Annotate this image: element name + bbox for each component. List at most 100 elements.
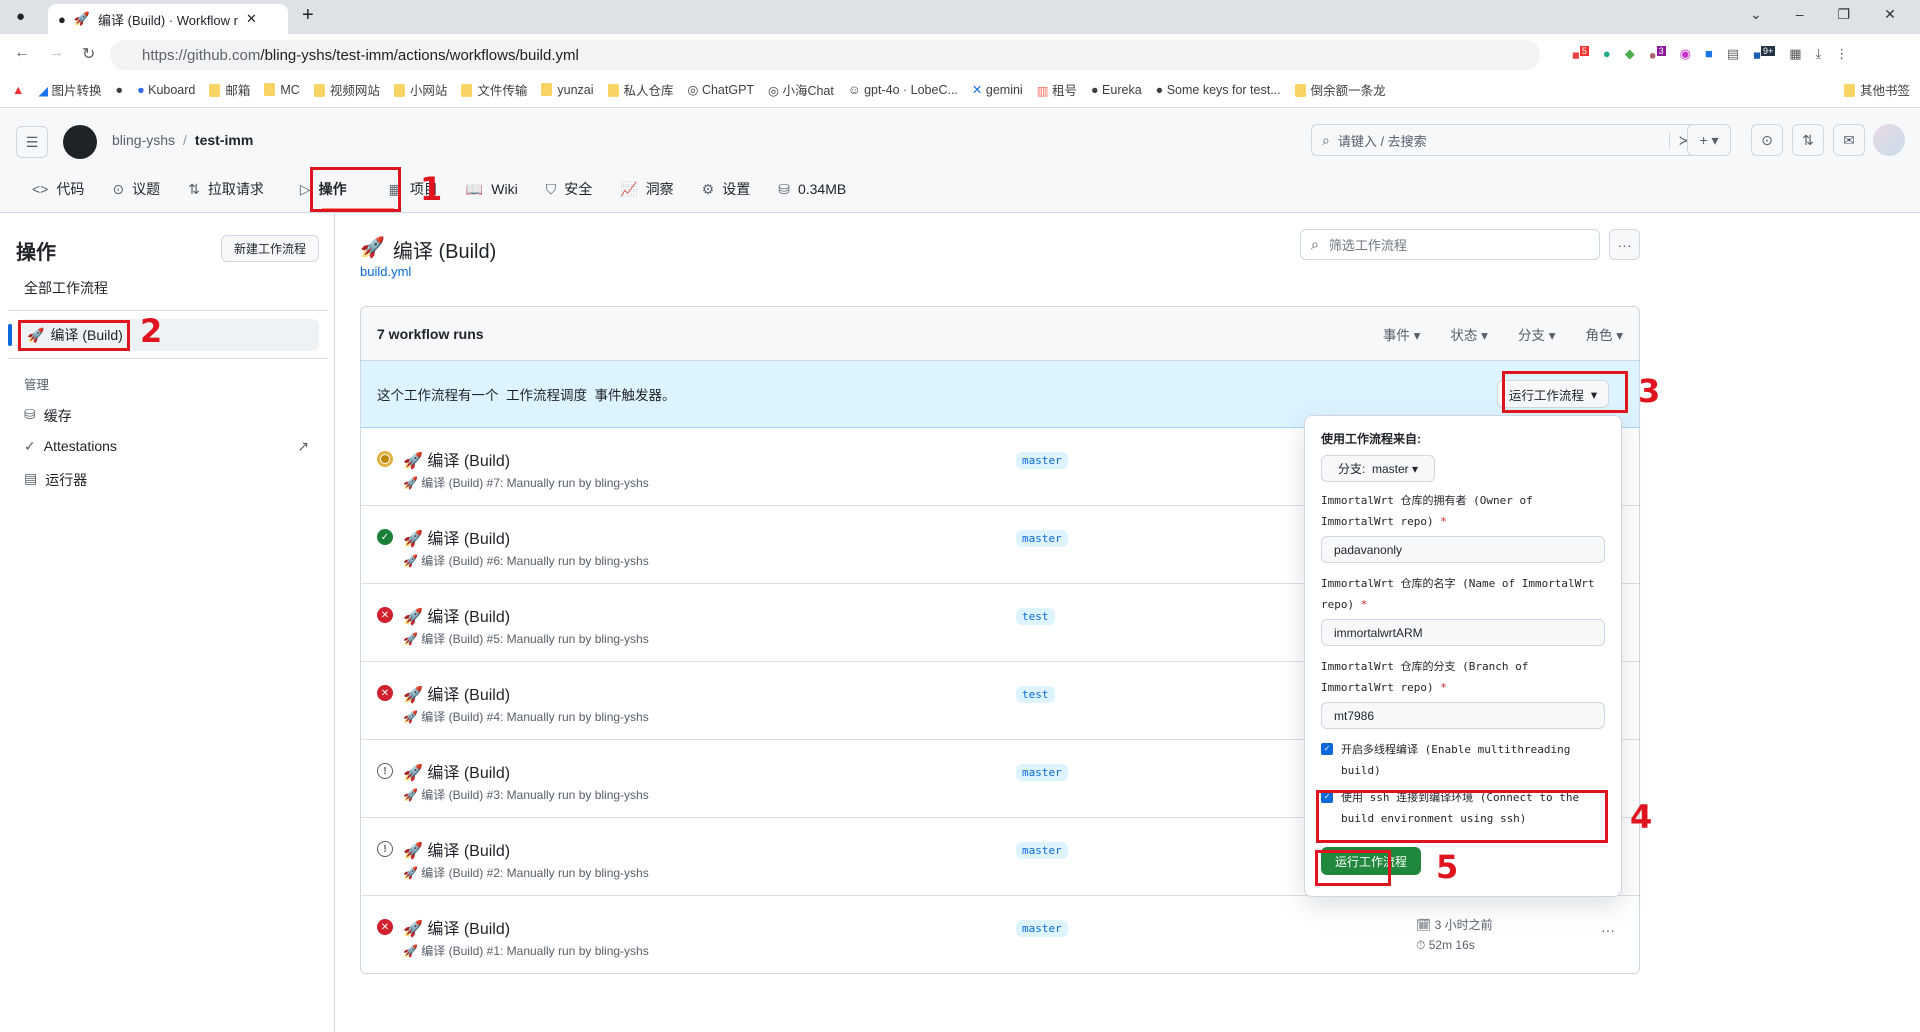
branch-select[interactable]: 分支: master ▾ [1321, 455, 1435, 482]
bookmark[interactable]: ● [116, 83, 124, 97]
repo-name-input[interactable]: immortalwrtARM [1321, 619, 1605, 646]
github-pinned-tab[interactable]: ● [16, 8, 25, 25]
extension-icon[interactable]: ■ 5 [1572, 46, 1589, 62]
branch-badge[interactable]: master [1016, 842, 1068, 859]
avatar[interactable] [1873, 124, 1905, 156]
extensions-icon[interactable]: ▦ [1789, 46, 1801, 62]
bookmark[interactable]: yunzai [541, 82, 594, 97]
branch-badge[interactable]: master [1016, 530, 1068, 547]
branch-badge[interactable]: master [1016, 764, 1068, 781]
run-title-link[interactable]: 🚀 编译 (Build) [403, 915, 510, 939]
run-title-link[interactable]: 🚀 编译 (Build) [403, 681, 510, 705]
filter-branch[interactable]: 分支 ▾ [1518, 324, 1556, 344]
repo-link[interactable]: test-imm [195, 132, 253, 148]
owner-link[interactable]: bling-yshs [112, 132, 175, 148]
bookmark[interactable]: ● Some keys for test... [1156, 83, 1281, 97]
multithread-checkbox[interactable]: ✓ 开启多线程编译 (Enable multithreading build) [1321, 739, 1605, 781]
new-tab-button[interactable]: + [302, 4, 314, 27]
reload-icon[interactable]: ↻ [82, 44, 95, 64]
run-title-link[interactable]: 🚀 编译 (Build) [403, 603, 510, 627]
nav-buttons[interactable]: ← → ↻ [14, 44, 95, 64]
workflow-file-link[interactable]: build.yml [360, 264, 411, 279]
extension-icon[interactable]: ■ 9+ [1753, 46, 1776, 62]
extension-icons[interactable]: ■ 5 ● ◆ ● 3 ◉ ■ ▤ ■ 9+ ▦ ⤓ ⋮ [1572, 46, 1848, 62]
run-title-link[interactable]: 🚀 编译 (Build) [403, 447, 510, 471]
run-title-link[interactable]: 🚀 编译 (Build) [403, 525, 510, 549]
bookmark[interactable]: ▥ 租号 [1037, 80, 1077, 99]
branch-badge[interactable]: master [1016, 920, 1068, 937]
filter-workflow-input[interactable]: ⌕ 筛选工作流程 [1300, 229, 1600, 260]
bookmark[interactable]: 倒余额一条龙 [1294, 80, 1386, 99]
menu-icon[interactable]: ⋮ [1835, 46, 1848, 62]
minimize-icon[interactable]: – [1796, 6, 1804, 23]
run-title-link[interactable]: 🚀 编译 (Build) [403, 759, 510, 783]
download-icon[interactable]: ⤓ [1816, 46, 1822, 62]
bookmark[interactable]: ☺ gpt-4o · LobeC... [848, 83, 958, 97]
repo-branch-input[interactable]: mt7986 [1321, 702, 1605, 729]
bookmark[interactable]: 邮箱 [209, 80, 250, 99]
new-workflow-button[interactable]: 新建工作流程 [221, 235, 319, 262]
branch-badge[interactable]: master [1016, 452, 1068, 469]
filter-status[interactable]: 状态 ▾ [1450, 324, 1488, 344]
github-logo-icon[interactable] [63, 125, 97, 159]
bookmark[interactable]: MC [264, 82, 300, 97]
owner-input[interactable]: padavanonly [1321, 536, 1605, 563]
tab-settings[interactable]: ⚙ 设置 [688, 172, 765, 206]
bookmark[interactable]: 文件传输 [461, 80, 527, 99]
bookmark[interactable]: 私人仓库 [607, 80, 674, 99]
extension-icon[interactable]: ■ [1705, 46, 1713, 62]
annotation-number-5: 5 [1436, 848, 1459, 886]
more-options-button[interactable]: ··· [1609, 229, 1640, 260]
sidebar-item-attestations[interactable]: ✓ Attestations ↗ [24, 438, 309, 455]
filter-event[interactable]: 事件 ▾ [1383, 324, 1421, 344]
bookmark[interactable]: ◎ 小海Chat [768, 80, 834, 99]
window-controls[interactable]: ⌄ – ❐ ✕ [1750, 6, 1896, 23]
close-tab-icon[interactable]: ✕ [246, 11, 257, 27]
sidebar-item-caches[interactable]: ⛁ 缓存 [24, 406, 72, 426]
adguard-icon[interactable]: ◆ [1625, 46, 1635, 62]
address-bar[interactable]: https://github.com/bling-yshs/test-imm/a… [110, 40, 1540, 70]
inbox-button[interactable]: ✉ [1833, 124, 1865, 156]
bookmark[interactable]: ● Kuboard [137, 83, 195, 97]
bookmark[interactable]: ✕ gemini [972, 82, 1023, 97]
bookmark[interactable]: ▲ [12, 83, 24, 97]
tab-search-icon[interactable]: ⌄ [1750, 6, 1762, 23]
table-row[interactable]: ✕ 🚀 编译 (Build) 🚀 编译 (Build) #1: Manually… [361, 896, 1639, 973]
create-new-button[interactable]: + ▾ [1687, 124, 1731, 156]
sidebar-item-all-workflows[interactable]: 全部工作流程 [24, 278, 108, 298]
rocket-icon: 🚀 [403, 609, 423, 626]
extension-icon[interactable]: ▤ [1727, 46, 1739, 62]
extension-icon[interactable]: ◉ [1680, 46, 1691, 62]
close-window-icon[interactable]: ✕ [1884, 6, 1896, 23]
global-search[interactable]: ⌕ 请键入 / 去搜索 ≻ [1311, 124, 1701, 156]
bookmark[interactable]: ● Eureka [1091, 83, 1142, 97]
bookmark[interactable]: ◢ 图片转换 [38, 80, 101, 99]
back-icon[interactable]: ← [14, 44, 30, 64]
tampermonkey-icon[interactable]: ● 3 [1649, 46, 1666, 62]
status-in_progress-icon [377, 451, 393, 467]
forward-icon[interactable]: → [48, 44, 64, 64]
run-title-link[interactable]: 🚀 编译 (Build) [403, 837, 510, 861]
tab-insights[interactable]: 📈 洞察 [606, 172, 687, 206]
pull-requests-button[interactable]: ⇅ [1792, 124, 1824, 156]
browser-tab-active[interactable]: ● 🚀 编译 (Build) · Workflow run ✕ [48, 4, 288, 34]
bookmark[interactable]: 视频网站 [313, 80, 380, 99]
tab-code[interactable]: <> 代码 [18, 172, 98, 206]
issues-button[interactable]: ⊙ [1751, 124, 1783, 156]
maximize-icon[interactable]: ❐ [1838, 6, 1851, 23]
extension-icon[interactable]: ● [1603, 46, 1611, 62]
tab-security[interactable]: ⛉ 安全 [532, 172, 607, 206]
tab-wiki[interactable]: 📖 Wiki [452, 172, 532, 206]
bookmark[interactable]: ◎ ChatGPT [688, 82, 755, 97]
branch-badge[interactable]: test [1016, 608, 1055, 625]
branch-badge[interactable]: test [1016, 686, 1055, 703]
other-bookmarks[interactable]: 其他书签 [1843, 80, 1910, 99]
bookmark[interactable]: 小网站 [393, 80, 447, 99]
browser-tab-bar [0, 0, 1920, 34]
filter-actor[interactable]: 角色 ▾ [1585, 324, 1623, 344]
sidebar-item-runners[interactable]: ▤ 运行器 [24, 470, 87, 490]
hamburger-menu-button[interactable]: ☰ [16, 126, 48, 158]
tab-pull-requests[interactable]: ⇅ 拉取请求 [174, 172, 278, 206]
tab-issues[interactable]: ⊙ 议题 [98, 172, 174, 206]
run-options-button[interactable]: ··· [1601, 922, 1615, 938]
